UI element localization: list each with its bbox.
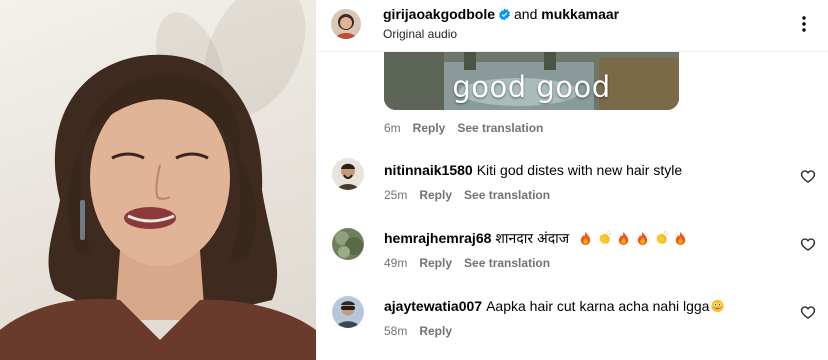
comment-item: nitinnaik1580 Kiti god distes with new ha…: [316, 150, 828, 210]
comment-item: ajaytewatia007 Aapka hair cut karna acha …: [316, 280, 828, 350]
comment-username[interactable]: hemrajhemraj68: [384, 230, 491, 246]
comment-username[interactable]: ajaytewatia007: [384, 298, 482, 314]
reply-button[interactable]: Reply: [419, 256, 452, 270]
comment-meta: 58m Reply: [384, 324, 452, 338]
fire-emoji: [637, 231, 648, 245]
post-header: girijaoakgodbole and mukkamaar Original a…: [316, 0, 828, 52]
comment-time: 49m: [384, 256, 408, 270]
owner-avatar-image: [331, 9, 361, 39]
comment-content: nitinnaik1580 Kiti god distes with new ha…: [384, 162, 682, 178]
comment-meta: 49m Reply See translation: [384, 256, 550, 270]
comment-item: hemrajhemraj68 शानदार अंदाज 49m Reply See t…: [316, 212, 828, 274]
owner-username[interactable]: girijaoakgodbole: [383, 6, 495, 22]
reel-video[interactable]: [0, 0, 316, 360]
reply-button[interactable]: Reply: [413, 121, 446, 135]
owner-avatar[interactable]: [331, 9, 361, 39]
comment-emoji-row: [573, 230, 687, 246]
gif-caption: good good: [452, 70, 611, 104]
comments-panel: girijaoakgodbole and mukkamaar Original a…: [316, 0, 828, 360]
see-translation-button[interactable]: See translation: [457, 121, 543, 135]
see-translation-button[interactable]: See translation: [464, 188, 550, 202]
clapping-hands-emoji: [656, 231, 668, 244]
gif-reply[interactable]: good good: [384, 52, 679, 110]
comment-username[interactable]: nitinnaik1580: [384, 162, 473, 178]
flushed-face-emoji: [711, 299, 725, 313]
comment-time: 25m: [384, 188, 408, 202]
commenter-avatar[interactable]: [332, 228, 364, 260]
heart-icon[interactable]: [800, 304, 816, 320]
fire-emoji: [618, 231, 629, 245]
reply-button[interactable]: Reply: [419, 324, 452, 338]
comment-content: hemrajhemraj68 शानदार अंदाज: [384, 229, 687, 248]
collaborator-username[interactable]: mukkamaar: [541, 6, 619, 22]
verified-badge-icon: [498, 8, 511, 24]
more-options-icon[interactable]: [792, 12, 816, 36]
gif-reply-meta: 6m Reply See translation: [384, 121, 543, 135]
owner-line: girijaoakgodbole and mukkamaar: [383, 6, 619, 24]
comment-text: Aapka hair cut karna acha nahi lgga: [486, 298, 710, 314]
heart-icon[interactable]: [800, 168, 816, 184]
comment-content: ajaytewatia007 Aapka hair cut karna acha …: [384, 298, 725, 314]
audio-label[interactable]: Original audio: [383, 27, 457, 41]
fire-emoji: [580, 231, 591, 245]
heart-icon[interactable]: [800, 236, 816, 252]
comment-meta: 25m Reply See translation: [384, 188, 550, 202]
video-person-image: [0, 54, 316, 360]
commenter-avatar[interactable]: [332, 296, 364, 328]
gif-reply-time: 6m: [384, 121, 401, 135]
comment-text: शानदार अंदाज: [495, 230, 570, 246]
commenter-avatar[interactable]: [332, 158, 364, 190]
comment-text: Kiti god distes with new hair style: [476, 162, 683, 178]
reply-button[interactable]: Reply: [419, 188, 452, 202]
clapping-hands-emoji: [599, 231, 611, 244]
fire-emoji: [675, 231, 686, 245]
and-text: and: [514, 6, 538, 22]
see-translation-button[interactable]: See translation: [464, 256, 550, 270]
comment-time: 58m: [384, 324, 408, 338]
